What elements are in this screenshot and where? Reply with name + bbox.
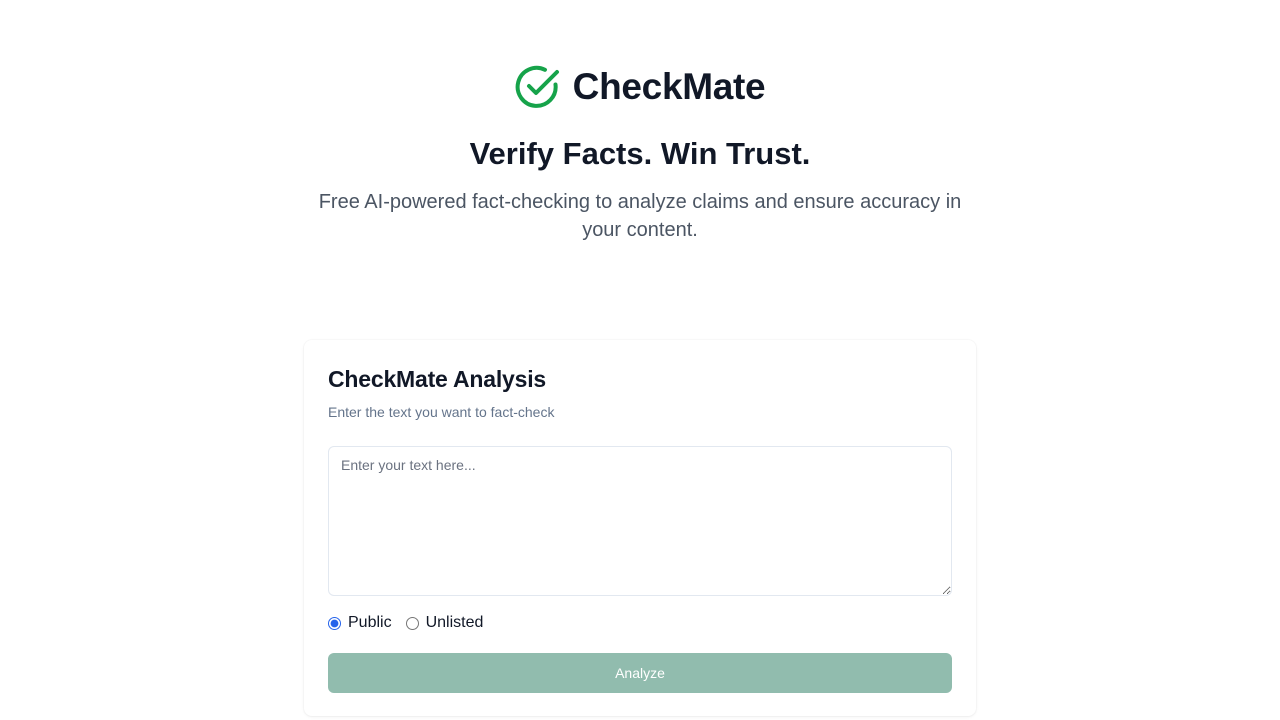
public-radio-label: Public xyxy=(348,614,392,631)
fact-check-text-input[interactable] xyxy=(328,446,952,596)
public-radio[interactable] xyxy=(328,616,341,630)
card-description: Enter the text you want to fact-check xyxy=(328,404,555,420)
page-tagline: Verify Facts. Win Trust. xyxy=(469,136,811,171)
radio-option-unlisted[interactable]: Unlisted xyxy=(405,614,484,632)
unlisted-radio-label: Unlisted xyxy=(425,614,484,631)
analyze-button[interactable]: Analyze xyxy=(328,653,952,693)
page-subtitle: Free AI-powered fact-checking to analyze… xyxy=(318,191,962,241)
unlisted-radio[interactable] xyxy=(405,616,419,630)
visibility-radio-group: Public Unlisted xyxy=(328,614,483,632)
radio-option-public[interactable]: Public xyxy=(328,614,392,632)
analysis-card: CheckMate Analysis Enter the text you wa… xyxy=(304,340,976,716)
check-circle-icon xyxy=(515,64,561,110)
card-title: CheckMate Analysis xyxy=(328,366,546,392)
page: CheckMate Verify Facts. Win Trust. Free … xyxy=(0,0,1280,720)
brand-name: CheckMate xyxy=(572,66,766,107)
brand-header: CheckMate xyxy=(0,64,1280,110)
